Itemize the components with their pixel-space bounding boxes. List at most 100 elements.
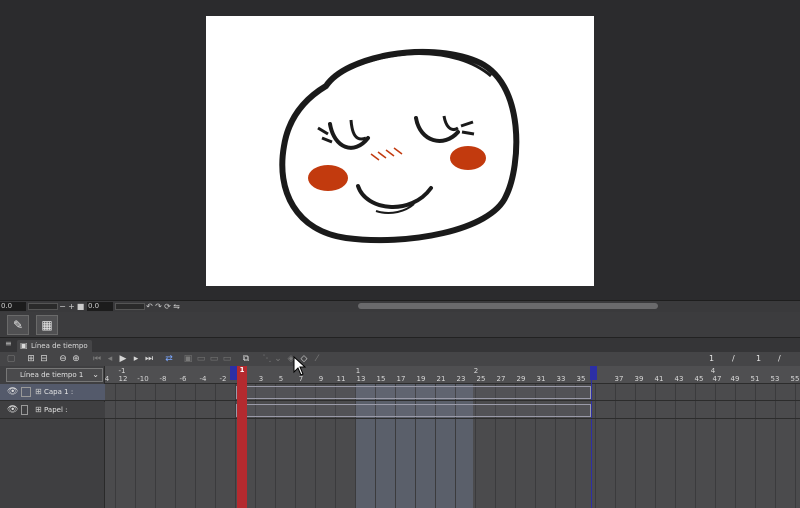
track-row-papel[interactable]: 👁 ⊞ Papel : [0,402,105,419]
paper-icon [21,405,28,415]
frame-tick-label: 19 [416,375,426,383]
first-frame-icon[interactable]: ⏮ [92,354,102,364]
second-marker: 2 [473,367,479,375]
timeline-frames[interactable]: 4 12 -10 -8 -6 -4 -2 3 5 7 9 11 13 15 17 19 21 23 25 27 29 31… [105,366,800,508]
new-cel-icon[interactable]: ▣ [183,354,193,364]
frame-tick-label: 7 [298,375,304,383]
frame-settings-icon[interactable]: ⊞ [26,354,36,364]
pen-icon[interactable]: ⁄ [312,354,322,364]
second-marker: -1 [118,367,126,375]
frame-tick-label: 11 [336,375,346,383]
end-frame-marker[interactable] [590,366,597,380]
track-name: Papel : [44,406,68,414]
flip-icon[interactable]: ⇋ [172,302,181,311]
frame-tick-label: 55 [790,375,800,383]
frame-tick-label: 29 [516,375,526,383]
zoom-in-button[interactable]: + [67,302,76,311]
zoom-slider[interactable] [28,303,58,310]
frame-tick-label: 15 [376,375,386,383]
delete-cel-icon[interactable]: ▭ [209,354,219,364]
frame-tick-label: 47 [712,375,722,383]
tab-timeline-label: Línea de tiempo [31,342,88,350]
frame-tick-label: 31 [536,375,546,383]
tween-icon[interactable]: ⋱ [262,354,272,364]
frame-tick-label: 21 [436,375,446,383]
frame-tick-label: -8 [159,375,167,383]
layer-icon [21,387,31,397]
playhead-frame: 1 [239,366,245,374]
frame-tick-label: 17 [396,375,406,383]
new-timeline-icon[interactable]: ▢ [6,354,16,364]
frame-tick-label: 53 [770,375,780,383]
frame-tick-label: 37 [614,375,624,383]
prev-frame-icon[interactable]: ◂ [105,354,115,364]
loop-icon[interactable]: ⇄ [163,354,175,364]
reset-rotate-icon[interactable]: ⟳ [163,302,172,311]
new-animation-folder-icon[interactable]: ⊟ [39,354,49,364]
eye-icon[interactable]: 👁 [7,387,18,397]
frame-tick-label: 41 [654,375,664,383]
play-icon[interactable]: ▶ [118,354,128,364]
rotate-right-icon[interactable]: ↷ [154,302,163,311]
frame-tick-label: 45 [694,375,704,383]
playhead[interactable]: 1 [237,366,247,508]
frame-tick-label: 25 [476,375,486,383]
mouse-cursor-icon [293,356,307,376]
timeline-select[interactable]: Línea de tiempo 1 ⌄ [6,368,103,382]
zoom-out-button[interactable]: − [58,302,67,311]
timeline-select-value: Línea de tiempo 1 [20,371,84,379]
frame-tick-label: 43 [674,375,684,383]
frame-tick-label: 13 [356,375,366,383]
current-frame-number: 1 [709,354,715,363]
track-frames-capa-1[interactable] [105,384,800,401]
zoom-field[interactable]: 0.0 [0,302,26,311]
track-row-capa-1[interactable]: 👁 ⊞ Capa 1 : [0,384,105,401]
frame-tick-label: 33 [556,375,566,383]
tool-palette: ✎ ▦ [0,312,800,338]
frame-tick-label: 23 [456,375,466,383]
frame-tick-label: 49 [730,375,740,383]
drawing-canvas[interactable] [206,16,594,286]
fit-icon[interactable]: ■ [76,302,85,311]
start-frame-marker[interactable] [230,366,237,380]
frame-ruler[interactable]: 4 12 -10 -8 -6 -4 -2 3 5 7 9 11 13 15 17 19 21 23 25 27 29 31… [105,366,800,384]
zoom-out-timeline-icon[interactable]: ⊖ [58,354,68,364]
last-frame-icon[interactable]: ⏭ [144,354,154,364]
brush-icon[interactable]: ✎ [7,315,29,335]
zoom-in-timeline-icon[interactable]: ⊕ [71,354,81,364]
frame-tick-label: -2 [219,375,227,383]
paper-clip[interactable] [236,404,591,417]
menu-icon[interactable]: ≡ [5,339,12,348]
expand-icon[interactable]: ⊞ [35,405,42,414]
eye-icon[interactable]: 👁 [7,405,18,415]
rename-cel-icon[interactable]: ▭ [222,354,232,364]
frame-separator-2: / [778,354,781,363]
rotate-left-icon[interactable]: ↶ [145,302,154,311]
panel-tab-bar: ≡ ▣ Línea de tiempo [0,338,800,352]
track-frames-papel[interactable] [105,402,800,419]
rotate-field[interactable]: 0.0 [87,302,113,311]
frame-tick-label: 9 [318,375,324,383]
second-marker: 4 [710,367,716,375]
cel-clip[interactable] [236,386,591,399]
frame-tick-label: -4 [199,375,207,383]
chevron-down-icon[interactable]: ⌄ [274,354,282,364]
chevron-down-icon: ⌄ [92,370,99,379]
frame-tick-label: 4 [105,375,110,383]
onion-skin-icon[interactable]: ⧉ [241,354,251,364]
expand-icon[interactable]: ⊞ [35,387,42,396]
assign-cel-icon[interactable]: ▭ [196,354,206,364]
frame-tick-label: 51 [750,375,760,383]
tab-timeline[interactable]: ▣ Línea de tiempo [17,340,92,352]
timeline-track-list: Línea de tiempo 1 ⌄ 👁 ⊞ Capa 1 : 👁 ⊞ Pap… [0,366,105,508]
frame-separator: / [732,354,735,363]
horizontal-scrollbar[interactable] [358,303,658,309]
frame-tick-label: 35 [576,375,586,383]
frame-tick-label: -10 [137,375,149,383]
film-icon[interactable]: ▦ [36,315,58,335]
next-frame-icon[interactable]: ▸ [131,354,141,364]
canvas-area[interactable] [0,0,800,300]
face-drawing [279,48,520,244]
rotate-slider[interactable] [115,303,145,310]
frame-tick-label: 39 [634,375,644,383]
